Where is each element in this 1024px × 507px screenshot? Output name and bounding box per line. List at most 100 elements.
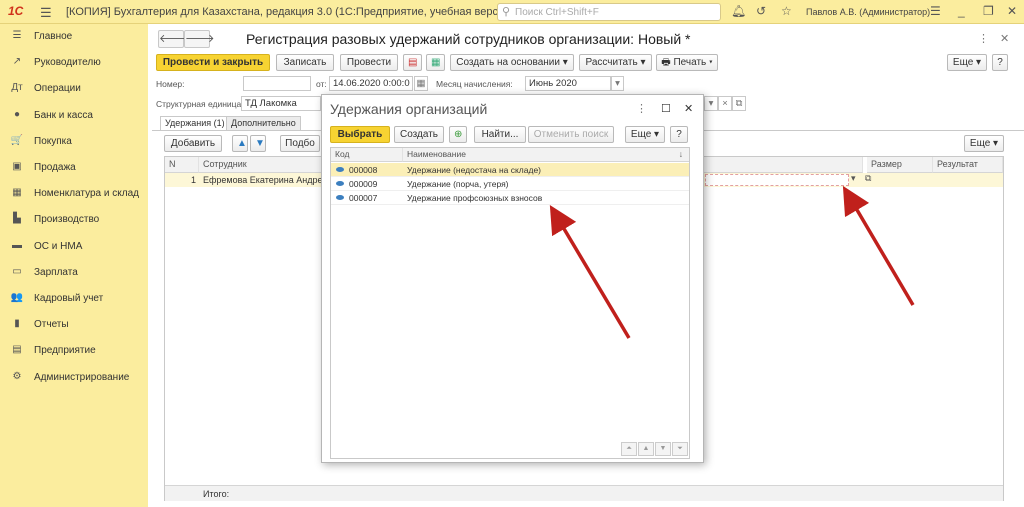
back-button[interactable]: 🡐 [158, 30, 189, 48]
unit-clear-icon[interactable]: × [718, 96, 732, 111]
column-header-n[interactable]: N [165, 157, 199, 173]
sidebar-item[interactable]: ▤ Предприятие [0, 338, 148, 364]
post-and-close-button[interactable]: Провести и закрыть [156, 54, 270, 71]
footer-total-label: Итого: [203, 489, 230, 499]
list-item[interactable]: 000008 Удержание (недостача на складе) [331, 163, 689, 177]
star-icon[interactable]: ☆ [781, 4, 792, 18]
menu-icon: ☰ [12, 30, 22, 41]
prev-page-icon[interactable]: ▲ [638, 442, 654, 456]
sidebar-item[interactable]: ☰ Главное [0, 24, 148, 50]
main-menu-icon[interactable]: ☰ [40, 5, 52, 21]
item-code: 000007 [349, 193, 378, 203]
sidebar-item[interactable]: ▣ Продажа [0, 155, 148, 181]
calculate-button[interactable]: Рассчитать ▾ [579, 54, 652, 71]
number-field[interactable] [243, 76, 311, 91]
table-footer: Итого: [165, 485, 1003, 501]
item-icon [336, 195, 344, 200]
date-field[interactable]: 14.06.2020 0:00:0 [329, 76, 413, 91]
sidebar-item[interactable]: ⚙ Администрирование [0, 365, 148, 391]
print-icon: 🖶︎ [661, 57, 671, 68]
add-row-button[interactable]: Добавить [164, 135, 222, 152]
list-item[interactable]: 000009 Удержание (порча, утеря) [331, 177, 689, 191]
dialog-menu-icon[interactable]: ⋮ [636, 102, 647, 115]
search-input[interactable]: ⚲ Поиск Ctrl+Shift+F [497, 3, 721, 21]
dialog-close-icon[interactable]: ✕ [684, 102, 693, 115]
deductions-selection-dialog: Удержания организаций ⋮ ☐ ✕ Выбрать Созд… [321, 94, 704, 463]
sidebar-item[interactable]: ↗ Руководителю [0, 50, 148, 76]
tab-additional[interactable]: Дополнительно [226, 116, 301, 130]
dialog-maximize-icon[interactable]: ☐ [661, 102, 671, 115]
sidebar-item[interactable]: ● Банк и касса [0, 103, 148, 129]
calendar-icon[interactable]: ▦ [414, 76, 428, 91]
next-page-icon[interactable]: ▼ [655, 442, 671, 456]
item-code: 000009 [349, 179, 378, 189]
deduction-type-open-icon[interactable]: ⧉ [865, 173, 871, 184]
minimize-icon[interactable]: _ [958, 4, 965, 18]
sidebar: ☰ Главное ↗ Руководителю Дт Операции ● Банк и к… [0, 24, 148, 507]
sidebar-item-label: Отчеты [34, 319, 69, 331]
move-down-icon[interactable]: ▼ [250, 135, 266, 152]
truck-icon: ▬ [12, 239, 22, 251]
more-button[interactable]: Еще ▾ [947, 54, 987, 71]
sidebar-item[interactable]: ▮ Отчеты [0, 312, 148, 338]
structure-icon[interactable]: ▦ [426, 54, 445, 71]
first-page-icon[interactable]: ⏶ [621, 442, 637, 456]
history-icon[interactable]: ↺ [756, 4, 766, 18]
select-button[interactable]: Выбрать [330, 126, 390, 143]
unit-label: Структурная единица: [156, 99, 244, 109]
column-header-size[interactable]: Размер [867, 157, 933, 173]
pick-button[interactable]: Подбо [280, 135, 320, 152]
bell-icon[interactable]: 🔔︎ [731, 4, 746, 18]
last-page-icon[interactable]: ⏷ [672, 442, 688, 456]
dialog-help-button[interactable]: ? [670, 126, 688, 143]
user-name[interactable]: Павлов А.В. (Администратор) [806, 7, 930, 17]
forward-button[interactable]: 🡒 [184, 30, 215, 48]
table-more-button[interactable]: Еще ▾ [964, 135, 1004, 152]
dt-kt-icon: Дт [11, 82, 23, 94]
column-header-name[interactable]: Наименование ↓ [403, 148, 689, 162]
number-label: Номер: [156, 79, 185, 89]
month-dropdown-icon[interactable]: ▾ [611, 76, 624, 91]
restore-icon[interactable]: ❐ [983, 4, 994, 18]
deduction-type-input[interactable] [705, 174, 849, 186]
close-icon[interactable]: ✕ [1007, 4, 1017, 18]
column-header-code[interactable]: Код [331, 148, 403, 162]
print-button[interactable]: 🖶︎ Печать ▾ [656, 54, 718, 71]
bag-icon: ▣ [12, 161, 22, 172]
help-button[interactable]: ? [992, 54, 1008, 71]
post-button[interactable]: Провести [340, 54, 398, 71]
dialog-more-button[interactable]: Еще ▾ [625, 126, 665, 143]
bar-chart-icon: ▮ [14, 318, 20, 330]
unit-dropdown-icon[interactable]: ▾ [704, 96, 718, 111]
sidebar-item[interactable]: 🛒 Покупка [0, 129, 148, 155]
gear-icon: ⚙ [12, 370, 22, 382]
find-button[interactable]: Найти... [474, 126, 526, 143]
create-button[interactable]: Создать [394, 126, 444, 143]
cancel-search-button[interactable]: Отменить поиск [528, 126, 614, 143]
sidebar-item[interactable]: 👥 Кадровый учет [0, 286, 148, 312]
settings-menu-icon[interactable]: ☰ [930, 4, 941, 18]
deduction-type-dropdown-icon[interactable]: ▾ [851, 173, 856, 184]
tab-deductions[interactable]: Удержания (1) [160, 116, 230, 130]
sidebar-item[interactable]: Дт Операции [0, 76, 148, 102]
move-up-icon[interactable]: ▲ [232, 135, 248, 152]
sidebar-item[interactable]: ▙ Производство [0, 207, 148, 233]
more-label: Еще [952, 57, 974, 68]
save-button[interactable]: Записать [276, 54, 334, 71]
form-menu-icon[interactable]: ⋮ [978, 32, 989, 45]
sidebar-item-label: ОС и НМА [34, 240, 83, 252]
list-item[interactable]: 000007 Удержание профсоюзных взносов [331, 191, 689, 205]
sidebar-item[interactable]: ▦ Номенклатура и склад [0, 181, 148, 207]
sidebar-item[interactable]: ▬ ОС и НМА [0, 234, 148, 260]
create-based-on-button[interactable]: Создать на основании ▾ [450, 54, 574, 71]
report-icon[interactable]: ▤ [403, 54, 422, 71]
unit-open-icon[interactable]: ⧉ [732, 96, 746, 111]
form-title: Регистрация разовых удержаний сотруднико… [246, 31, 691, 47]
copy-icon[interactable]: ⊕ [449, 126, 467, 143]
item-code: 000008 [349, 165, 378, 175]
sidebar-item[interactable]: ▭ Зарплата [0, 260, 148, 286]
unit-field[interactable]: ТД Лакомка [241, 96, 321, 111]
column-header-result[interactable]: Результат [933, 157, 1003, 173]
month-field[interactable]: Июнь 2020 [525, 76, 611, 91]
form-close-icon[interactable]: ✕ [1000, 32, 1009, 45]
